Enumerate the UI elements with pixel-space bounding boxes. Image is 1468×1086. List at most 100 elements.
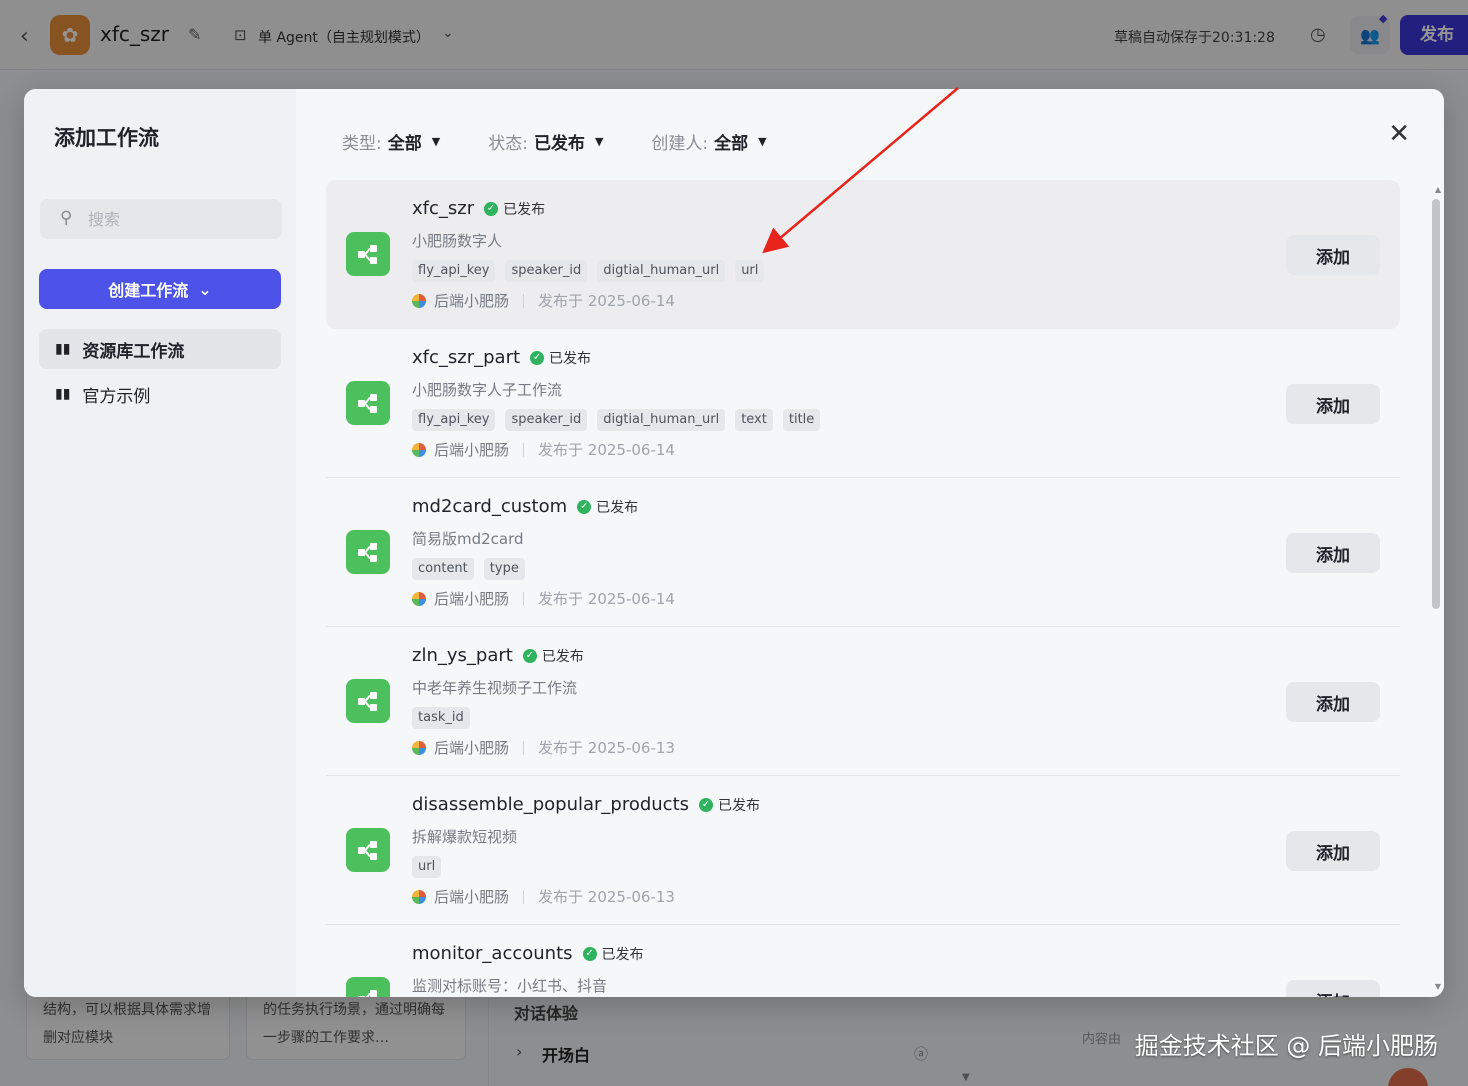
workflow-item[interactable]: xfc_szr_part ✓ 已发布 小肥肠数字人子工作流 fly_api_ke… <box>326 329 1400 478</box>
workflow-publish-date: 发布于 2025-06-13 <box>538 888 675 906</box>
nav-item-library-workflows[interactable]: ▮▮ 资源库工作流 <box>39 329 281 369</box>
workflow-publish-date: 发布于 2025-06-14 <box>538 590 675 608</box>
workflow-publish-date: 发布于 2025-06-14 <box>538 441 675 459</box>
chevron-down-icon: ⌄ <box>198 279 212 299</box>
filter-value: 全部 <box>714 134 749 154</box>
scroll-down-icon[interactable]: ▼ <box>1435 982 1441 991</box>
nav-item-label: 官方示例 <box>82 386 151 407</box>
add-workflow-button[interactable]: 添加 <box>1286 831 1380 871</box>
workflow-item[interactable]: md2card_custom ✓ 已发布 简易版md2card content t… <box>326 478 1400 627</box>
author-avatar-icon <box>412 889 426 904</box>
status-badge: ✓ 已发布 <box>577 497 638 517</box>
workflow-publish-date: 发布于 2025-06-13 <box>538 739 675 757</box>
filter-label: 创建人: <box>651 134 709 154</box>
check-circle-icon: ✓ <box>530 350 545 365</box>
workflow-tags: url <box>412 856 442 878</box>
check-circle-icon: ✓ <box>582 946 597 961</box>
caret-down-icon: ▼ <box>594 135 604 148</box>
workflow-name: zln_ys_part <box>412 645 513 666</box>
nav-item-label: 资源库工作流 <box>82 341 185 362</box>
library-icon: ▮▮ <box>55 386 71 402</box>
workflow-name: xfc_szr <box>412 198 475 219</box>
status-label: 已发布 <box>601 946 644 963</box>
divider <box>523 442 525 457</box>
param-tag: speaker_id <box>505 260 588 282</box>
workflow-description: 中老年养生视频子工作流 <box>412 679 578 697</box>
search-icon: ⚲ <box>60 208 73 228</box>
workflow-name: monitor_accounts <box>412 943 573 964</box>
status-badge: ✓ 已发布 <box>530 348 591 368</box>
workflow-tags: content type <box>412 558 525 580</box>
add-workflow-button[interactable]: 添加 <box>1286 235 1380 275</box>
scroll-up-icon[interactable]: ▲ <box>1435 185 1441 194</box>
author-avatar-icon <box>412 740 426 755</box>
workflow-icon <box>346 679 390 723</box>
workflow-author: 后端小肥肠 <box>434 292 510 310</box>
workflow-meta: 后端小肥肠 发布于 2025-06-14 <box>412 439 675 460</box>
filter-bar: 类型: 全部 ▼ 状态: 已发布 ▼ 创建人: 全部 ▼ <box>342 129 767 154</box>
add-workflow-modal: 添加工作流 ⚲ 创建工作流 ⌄ ▮▮ 资源库工作流 ▮▮ 官方示例 类型: 全部… <box>24 89 1444 997</box>
workflow-tags: task_id <box>412 707 470 729</box>
workflow-icon <box>346 232 390 276</box>
workflow-list: xfc_szr ✓ 已发布 小肥肠数字人 fly_api_key speaker_… <box>326 180 1400 997</box>
divider <box>523 293 525 308</box>
check-circle-icon: ✓ <box>522 648 537 663</box>
status-badge: ✓ 已发布 <box>582 944 644 964</box>
status-badge: ✓ 已发布 <box>484 199 545 219</box>
filter-value: 已发布 <box>533 134 585 154</box>
caret-down-icon: ▼ <box>758 135 767 148</box>
add-workflow-button[interactable]: 添加 <box>1286 980 1380 997</box>
close-icon[interactable]: ✕ <box>1388 119 1410 149</box>
filter-status[interactable]: 状态: 已发布 ▼ <box>488 129 603 154</box>
workflow-icon <box>346 977 390 997</box>
workflow-meta: 后端小肥肠 发布于 2025-06-14 <box>412 290 675 311</box>
status-label: 已发布 <box>596 499 639 516</box>
add-workflow-button[interactable]: 添加 <box>1286 682 1380 722</box>
check-circle-icon: ✓ <box>699 797 714 812</box>
param-tag: digtial_human_url <box>597 409 726 431</box>
workflow-author: 后端小肥肠 <box>434 739 510 757</box>
param-tag: fly_api_key <box>412 409 496 431</box>
create-workflow-label: 创建工作流 <box>108 281 189 300</box>
workflow-name: disassemble_popular_products <box>412 794 690 815</box>
status-label: 已发布 <box>541 648 584 665</box>
filter-type[interactable]: 类型: 全部 ▼ <box>342 129 440 154</box>
add-workflow-button[interactable]: 添加 <box>1286 533 1380 573</box>
divider <box>523 740 525 755</box>
workflow-title-row: zln_ys_part ✓ 已发布 <box>412 645 584 666</box>
search-box[interactable]: ⚲ <box>40 199 282 239</box>
watermark: 掘金技术社区 @ 后端小肥肠 <box>1134 1032 1438 1060</box>
filter-label: 状态: <box>488 134 528 154</box>
status-label: 已发布 <box>503 201 546 218</box>
workflow-title-row: xfc_szr ✓ 已发布 <box>412 198 545 219</box>
workflow-author: 后端小肥肠 <box>434 590 510 608</box>
scrollbar-thumb[interactable] <box>1432 199 1440 609</box>
workflow-item[interactable]: monitor_accounts ✓ 已发布 监测对标账号：小红书、抖音 添加 <box>326 925 1400 997</box>
filter-creator[interactable]: 创建人: 全部 ▼ <box>651 129 766 154</box>
nav-item-official-examples[interactable]: ▮▮ 官方示例 <box>39 374 281 414</box>
status-badge: ✓ 已发布 <box>699 795 760 815</box>
divider <box>523 591 525 606</box>
filter-value: 全部 <box>387 134 422 154</box>
workflow-item[interactable]: disassemble_popular_products ✓ 已发布 拆解爆款短… <box>326 776 1400 925</box>
param-tag: speaker_id <box>505 409 588 431</box>
param-tag: task_id <box>412 707 470 729</box>
param-tag: type <box>483 558 525 580</box>
workflow-icon <box>346 381 390 425</box>
workflow-item[interactable]: xfc_szr ✓ 已发布 小肥肠数字人 fly_api_key speaker_… <box>326 180 1400 329</box>
status-badge: ✓ 已发布 <box>522 646 584 666</box>
status-label: 已发布 <box>718 797 761 814</box>
workflow-meta: 后端小肥肠 发布于 2025-06-14 <box>412 588 675 609</box>
workflow-description: 拆解爆款短视频 <box>412 828 518 846</box>
workflow-meta: 后端小肥肠 发布于 2025-06-13 <box>412 737 675 758</box>
workflow-tags: fly_api_key speaker_id digtial_human_url te… <box>412 409 821 431</box>
create-workflow-button[interactable]: 创建工作流 ⌄ <box>39 269 281 309</box>
add-workflow-button[interactable]: 添加 <box>1286 384 1380 424</box>
param-tag: title <box>782 409 821 431</box>
divider <box>523 889 525 904</box>
search-input[interactable] <box>88 207 268 231</box>
workflow-author: 后端小肥肠 <box>434 888 510 906</box>
modal-title: 添加工作流 <box>54 126 159 150</box>
author-avatar-icon <box>412 591 426 606</box>
workflow-item[interactable]: zln_ys_part ✓ 已发布 中老年养生视频子工作流 task_id 后端… <box>326 627 1400 776</box>
